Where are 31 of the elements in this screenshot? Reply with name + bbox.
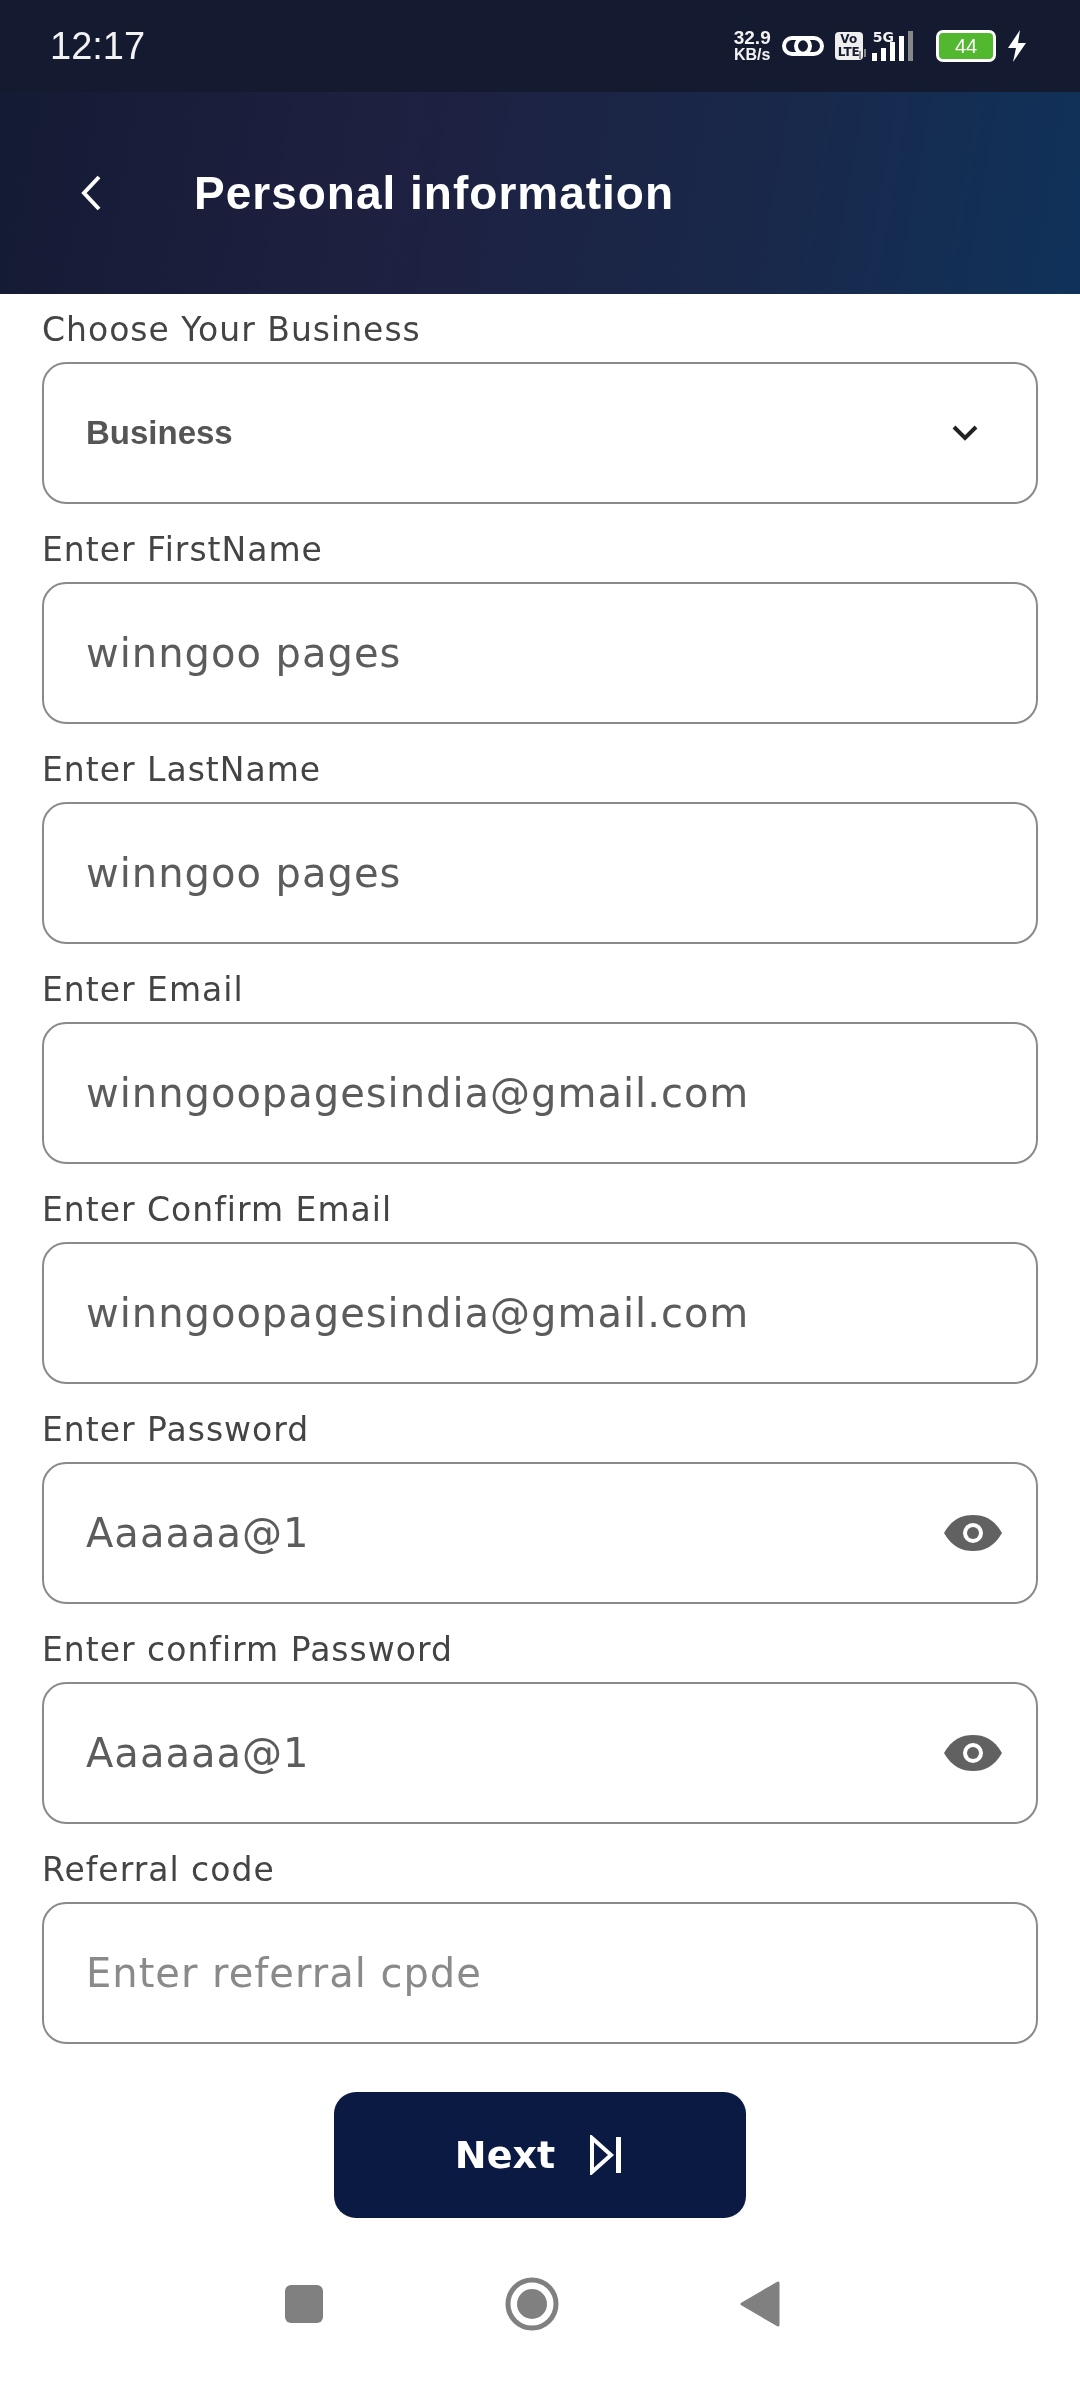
field-label: Enter FirstName bbox=[42, 530, 324, 570]
field-label: Enter LastName bbox=[42, 750, 323, 790]
input-field[interactable]: winngoopagesindia@gmail.com bbox=[42, 1242, 1038, 1384]
eye-icon[interactable] bbox=[942, 1513, 1004, 1553]
field-label: Referral code bbox=[42, 1850, 276, 1890]
input-field[interactable]: winngoopagesindia@gmail.com bbox=[42, 1022, 1038, 1164]
input-field[interactable]: winngoo pages bbox=[42, 582, 1038, 724]
next-button[interactable]: Next bbox=[334, 2092, 746, 2218]
password-field[interactable]: Aaaaaa@1 bbox=[42, 1682, 1038, 1824]
field-label: Enter Password bbox=[42, 1410, 311, 1450]
field-label: Enter Email bbox=[42, 970, 245, 1010]
business-dropdown[interactable]: Business bbox=[42, 362, 1038, 504]
field-label: Choose Your Business bbox=[42, 310, 422, 350]
network-type: 5G bbox=[872, 29, 894, 45]
clock-time: 12:17 bbox=[50, 24, 146, 68]
eye-icon[interactable] bbox=[942, 1733, 1004, 1773]
charging-icon bbox=[1006, 29, 1028, 63]
speed-unit: KB/s bbox=[734, 46, 771, 63]
field-label: Enter confirm Password bbox=[42, 1630, 454, 1670]
field-label: Enter Confirm Email bbox=[42, 1190, 394, 1230]
volte-badge: Vo LTE bbox=[834, 32, 863, 60]
network-speed: 32.9 bbox=[733, 29, 771, 46]
input-field[interactable]: winngoo pages bbox=[42, 802, 1038, 944]
chevron-down-icon[interactable] bbox=[950, 423, 980, 443]
screen-title: Personal information bbox=[194, 166, 675, 220]
battery-icon: 44 bbox=[936, 30, 996, 62]
input-field[interactable]: Enter referral cpde bbox=[42, 1902, 1038, 2044]
home-icon[interactable] bbox=[504, 2276, 560, 2332]
recents-icon[interactable] bbox=[284, 2284, 324, 2324]
password-field[interactable]: Aaaaaa@1 bbox=[42, 1462, 1038, 1604]
back-triangle-icon[interactable] bbox=[740, 2281, 780, 2327]
